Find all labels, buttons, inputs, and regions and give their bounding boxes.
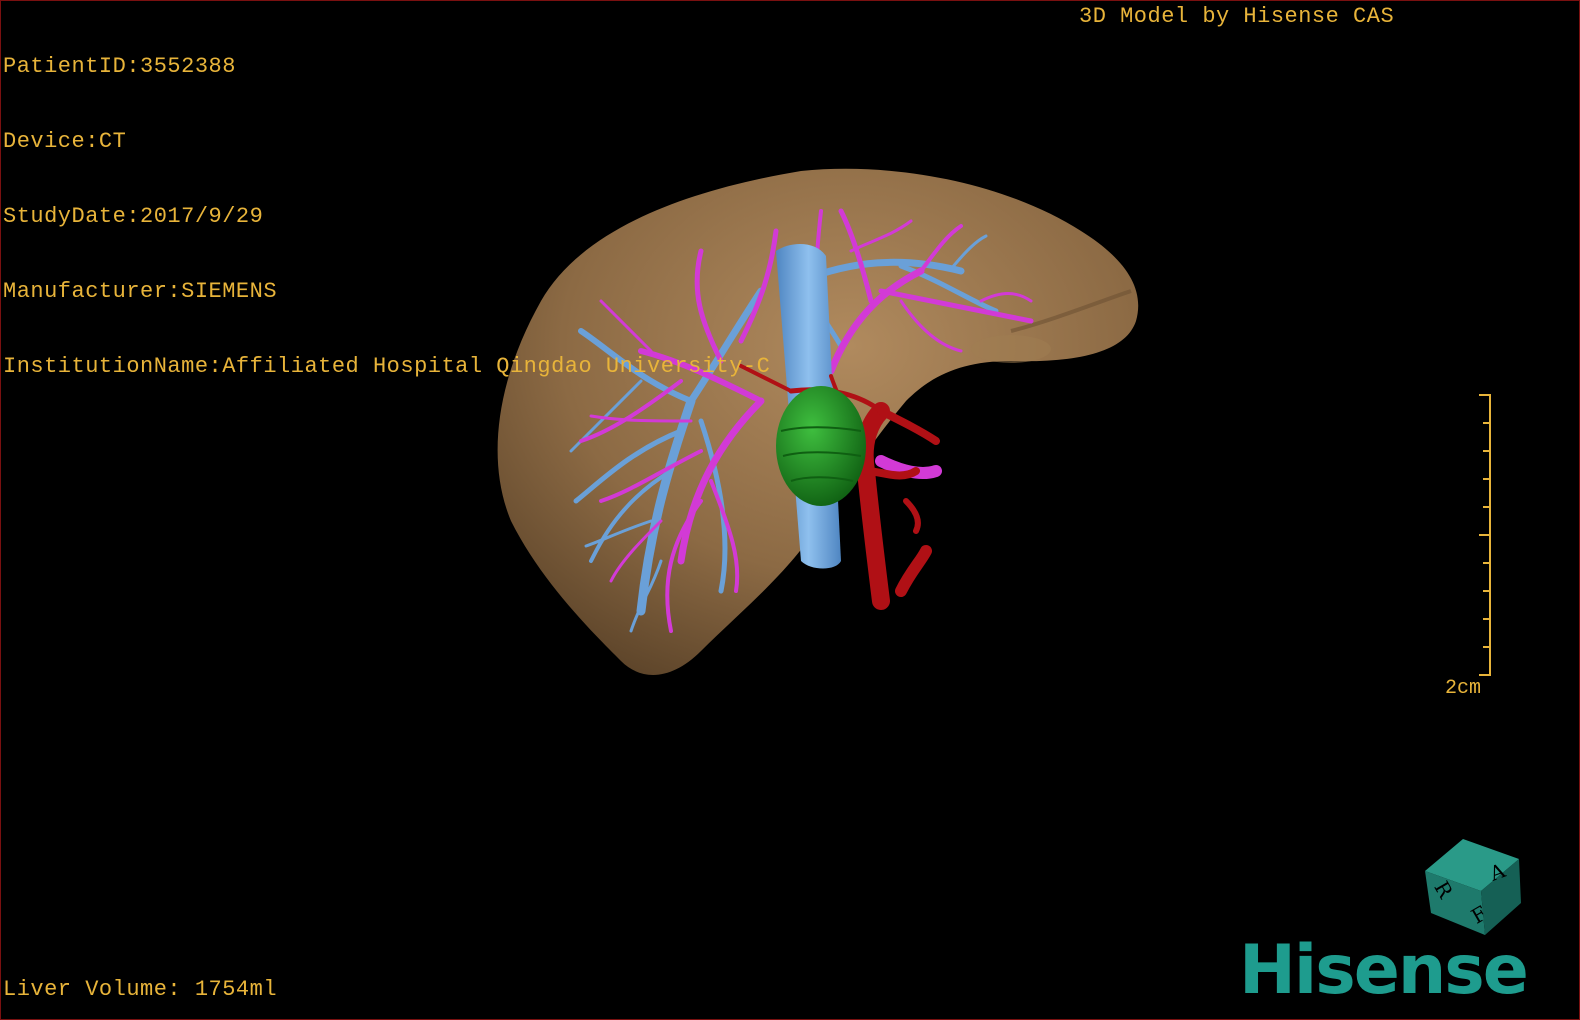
3d-render-viewport[interactable]: PatientID:3552388 Device:CT StudyDate:20… — [0, 0, 1580, 1020]
institution-text: InstitutionName:Affiliated Hospital Qing… — [3, 354, 771, 379]
patient-info-overlay: PatientID:3552388 Device:CT StudyDate:20… — [3, 4, 770, 429]
liver-volume-text: Liver Volume: 1754ml — [3, 977, 278, 1002]
study-date-text: StudyDate:2017/9/29 — [3, 204, 264, 229]
tumor-mass — [776, 386, 866, 506]
scale-bar — [1479, 394, 1491, 676]
model-credit-text: 3D Model by Hisense CAS — [1079, 4, 1395, 29]
scale-label: 2cm — [1445, 677, 1482, 700]
hisense-logo: Hisense — [1239, 931, 1529, 1010]
orientation-cube[interactable]: A R F — [1419, 835, 1523, 939]
device-text: Device:CT — [3, 129, 127, 154]
patient-id-text: PatientID:3552388 — [3, 54, 236, 79]
manufacturer-text: Manufacturer:SIEMENS — [3, 279, 278, 304]
